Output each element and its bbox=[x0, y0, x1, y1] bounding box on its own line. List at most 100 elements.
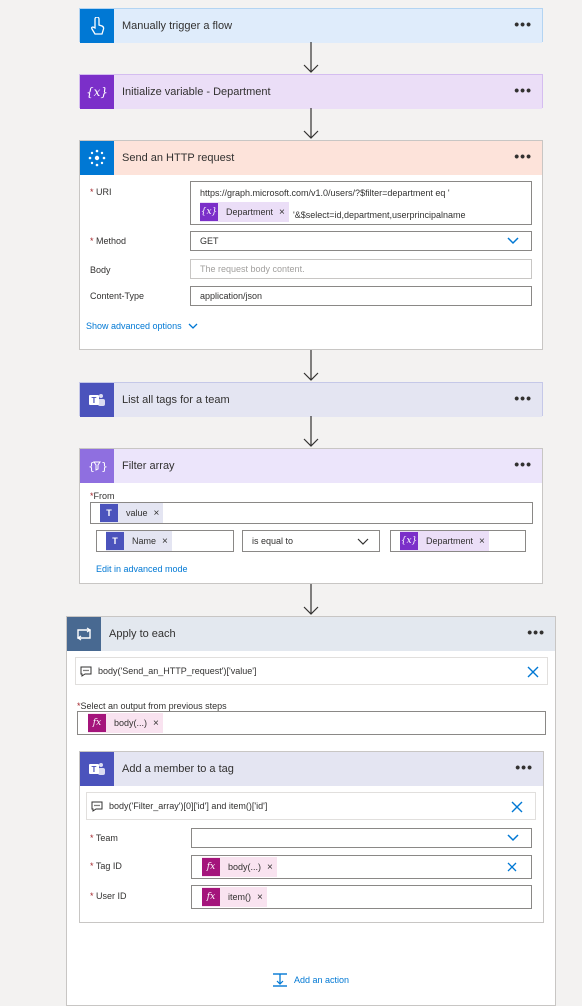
connector-arrow-icon bbox=[303, 416, 319, 447]
value-token[interactable]: T value × bbox=[100, 503, 164, 523]
step-apply-to-each[interactable]: Apply to each ••• body('Send_an_HTTP_req… bbox=[66, 616, 556, 1006]
token-label: Department bbox=[226, 207, 274, 217]
remove-token-icon[interactable]: × bbox=[257, 892, 263, 903]
step-list-all-tags[interactable]: T List all tags for a team ••• bbox=[79, 382, 543, 417]
user-id-label: * User ID bbox=[90, 891, 127, 901]
more-options-icon[interactable]: ••• bbox=[514, 391, 532, 405]
method-label: * Method bbox=[90, 236, 127, 246]
token-label: value bbox=[126, 508, 148, 518]
token-label: item() bbox=[228, 892, 251, 902]
step-filter-array[interactable]: {} Filter array ••• *From T value × T Na… bbox=[79, 448, 543, 584]
department-token[interactable]: {x} Department × bbox=[200, 202, 289, 222]
connector-arrow-icon bbox=[303, 584, 319, 615]
function-icon: fx bbox=[202, 888, 220, 906]
step-header[interactable]: Send an HTTP request bbox=[80, 141, 542, 175]
edit-advanced-mode-link[interactable]: Edit in advanced mode bbox=[96, 564, 188, 574]
content-type-value: application/json bbox=[200, 291, 263, 301]
connector-arrow-icon bbox=[303, 108, 319, 139]
tag-id-field[interactable]: fx body(...) × bbox=[191, 855, 532, 879]
step-send-http-request[interactable]: Send an HTTP request ••• * URI https://g… bbox=[79, 140, 543, 350]
select-output-label: *Select an output from previous steps bbox=[77, 701, 227, 711]
step-header[interactable]: T Add a member to a tag bbox=[80, 752, 543, 786]
expression-text: body('Filter_array')[0]['id'] and item()… bbox=[109, 801, 268, 811]
remove-token-icon[interactable]: × bbox=[279, 207, 285, 218]
select-output-field[interactable]: fx body(...) × bbox=[77, 711, 546, 735]
close-icon[interactable] bbox=[511, 801, 523, 813]
department-token[interactable]: {x} Department × bbox=[400, 531, 489, 551]
function-icon: fx bbox=[88, 714, 106, 732]
method-value: GET bbox=[200, 236, 219, 246]
teams-icon: T bbox=[80, 383, 114, 417]
remove-token-icon[interactable]: × bbox=[267, 862, 273, 873]
remove-token-icon[interactable]: × bbox=[153, 718, 159, 729]
chevron-down-icon bbox=[507, 237, 519, 245]
team-label: * Team bbox=[90, 833, 118, 843]
step-header[interactable]: Manually trigger a flow bbox=[80, 9, 542, 43]
uri-field[interactable]: https://graph.microsoft.com/v1.0/users/?… bbox=[190, 181, 532, 225]
expression-text: body('Send_an_HTTP_request')['value'] bbox=[98, 666, 257, 676]
remove-token-icon[interactable]: × bbox=[479, 536, 485, 547]
http-icon bbox=[80, 141, 114, 175]
remove-token-icon[interactable]: × bbox=[154, 508, 160, 519]
condition-left-field[interactable]: T Name × bbox=[96, 530, 234, 552]
more-options-icon[interactable]: ••• bbox=[514, 149, 532, 163]
add-action-button[interactable]: Add an action bbox=[272, 973, 349, 987]
step-add-member-to-tag[interactable]: T Add a member to a tag ••• body('Filter… bbox=[79, 751, 544, 923]
show-advanced-options-link[interactable]: Show advanced options bbox=[86, 321, 198, 331]
more-options-icon[interactable]: ••• bbox=[514, 457, 532, 471]
comment-icon bbox=[91, 801, 103, 812]
content-type-field[interactable]: application/json bbox=[190, 286, 532, 306]
tag-id-label: * Tag ID bbox=[90, 861, 122, 871]
more-options-icon[interactable]: ••• bbox=[514, 17, 532, 31]
user-id-field[interactable]: fx item() × bbox=[191, 885, 532, 909]
condition-right-field[interactable]: {x} Department × bbox=[390, 530, 526, 552]
remove-token-icon[interactable]: × bbox=[162, 536, 168, 547]
step-manually-trigger[interactable]: Manually trigger a flow ••• bbox=[79, 8, 543, 43]
filter-icon: {} bbox=[80, 449, 114, 483]
loop-icon bbox=[67, 617, 101, 651]
operator-dropdown[interactable]: is equal to bbox=[242, 530, 380, 552]
name-token[interactable]: T Name × bbox=[106, 531, 172, 551]
teams-icon: T bbox=[106, 532, 124, 550]
body-expression-token[interactable]: fx body(...) × bbox=[202, 857, 277, 877]
expression-bar: body('Send_an_HTTP_request')['value'] bbox=[75, 657, 548, 685]
advanced-options-label: Show advanced options bbox=[86, 321, 182, 331]
from-field[interactable]: T value × bbox=[90, 502, 533, 524]
token-label: body(...) bbox=[228, 862, 262, 872]
svg-text:T: T bbox=[92, 396, 97, 405]
step-header[interactable]: T List all tags for a team bbox=[80, 383, 542, 417]
uri-label: * URI bbox=[90, 187, 112, 197]
body-expression-token[interactable]: fx body(...) × bbox=[88, 713, 163, 733]
step-header[interactable]: Apply to each bbox=[67, 617, 555, 651]
operator-value: is equal to bbox=[252, 536, 294, 546]
add-action-icon bbox=[273, 973, 287, 987]
uri-text-line2: '&$select=id,department,userprincipalnam… bbox=[293, 210, 466, 220]
more-options-icon[interactable]: ••• bbox=[515, 760, 533, 774]
variable-icon: {x} bbox=[200, 203, 218, 221]
step-header[interactable]: {x} Initialize variable - Department bbox=[80, 75, 542, 109]
chevron-down-icon bbox=[357, 538, 369, 545]
item-expression-token[interactable]: fx item() × bbox=[202, 887, 267, 907]
step-title: Apply to each bbox=[109, 628, 176, 640]
more-options-icon[interactable]: ••• bbox=[527, 625, 545, 639]
connector-arrow-icon bbox=[303, 350, 319, 381]
connector-arrow-icon bbox=[303, 42, 319, 73]
body-field[interactable]: The request body content. bbox=[190, 259, 532, 279]
method-dropdown[interactable]: GET bbox=[190, 231, 532, 251]
more-options-icon[interactable]: ••• bbox=[514, 83, 532, 97]
step-initialize-variable[interactable]: {x} Initialize variable - Department ••• bbox=[79, 74, 543, 109]
variable-icon: {x} bbox=[80, 75, 114, 109]
comment-icon bbox=[80, 666, 92, 677]
token-label: Department bbox=[426, 536, 474, 546]
svg-text:T: T bbox=[92, 765, 97, 774]
step-header[interactable]: {} Filter array bbox=[80, 449, 542, 483]
step-title: Initialize variable - Department bbox=[122, 86, 271, 98]
step-title: Send an HTTP request bbox=[122, 152, 235, 164]
svg-text:}: } bbox=[101, 460, 107, 473]
teams-icon: T bbox=[80, 752, 114, 786]
uri-text-line1: https://graph.microsoft.com/v1.0/users/?… bbox=[200, 188, 450, 198]
close-icon[interactable] bbox=[527, 666, 539, 678]
team-dropdown[interactable] bbox=[191, 828, 532, 848]
clear-icon[interactable] bbox=[507, 862, 517, 872]
function-icon: fx bbox=[202, 858, 220, 876]
